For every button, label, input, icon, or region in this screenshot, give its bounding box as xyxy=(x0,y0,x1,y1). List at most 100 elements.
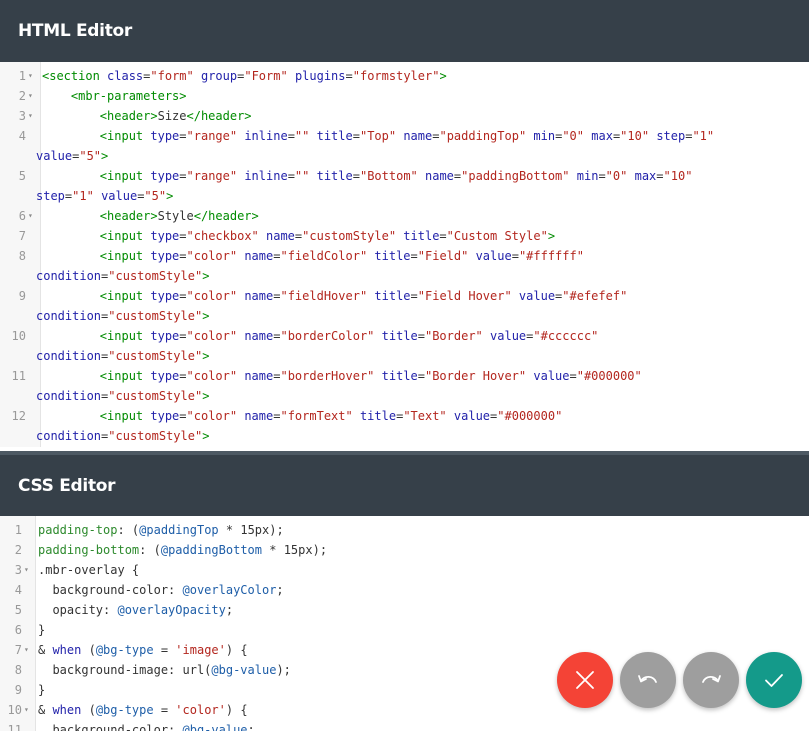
fold-arrow-icon[interactable]: ▾ xyxy=(28,106,36,126)
code-token: type xyxy=(150,229,180,243)
code-token: @bg-type xyxy=(95,703,154,717)
code-line[interactable]: 10 ▾ & when (@bg-type = 'color') { xyxy=(0,700,809,720)
code-token: value xyxy=(36,149,73,163)
code-token: value xyxy=(453,409,491,423)
code-token: ; xyxy=(225,603,234,617)
html-code-editor[interactable]: 1 ▾ <section class="form" group="Form" plu… xyxy=(0,62,809,447)
code-token: > xyxy=(101,149,109,163)
code-token: padding-top xyxy=(38,523,118,537)
code-token: inline xyxy=(244,169,288,183)
code-line[interactable]: 2 padding-bottom: (@paddingBottom * 15px)… xyxy=(0,540,809,560)
code-token: step xyxy=(656,129,686,143)
css-code-editor[interactable]: 1 padding-top: (@paddingTop * 15px); 2 padd… xyxy=(0,516,809,731)
code-token: name xyxy=(244,409,274,423)
code-token: <input xyxy=(99,129,151,143)
line-number: 5 xyxy=(14,603,22,617)
line-number: 1 xyxy=(18,69,26,83)
code-token: <input xyxy=(99,249,151,263)
code-line[interactable]: 11 <input type="color" name="borderHover… xyxy=(0,366,809,406)
code-token: ; xyxy=(276,583,284,597)
line-number: 7 xyxy=(14,643,22,657)
code-line[interactable]: 11 background-color: @bg-value; xyxy=(0,720,809,731)
code-line[interactable]: 3 ▾ <header>Size</header> xyxy=(0,106,809,126)
code-token: & xyxy=(38,643,53,657)
code-token: > xyxy=(547,229,556,243)
code-line[interactable]: 8 <input type="color" name="fieldColor" … xyxy=(0,246,809,286)
code-line[interactable]: 3 ▾ .mbr-overlay { xyxy=(0,560,809,580)
code-line[interactable]: 6 ▾ <header>Style</header> xyxy=(0,206,809,226)
code-line[interactable]: 4 <input type="range" inline="" title="T… xyxy=(0,126,809,166)
code-text: & when (@bg-type = 'color') { xyxy=(32,700,809,720)
wrapped-code-text: condition="customStyle"> xyxy=(36,266,809,286)
code-token: min xyxy=(576,169,599,183)
fold-arrow-icon[interactable]: ▾ xyxy=(24,640,32,660)
code-line[interactable]: 1 ▾ <section class="form" group="Form" plu… xyxy=(0,66,809,86)
line-number: 1 xyxy=(14,523,22,537)
code-token: "customStyle" xyxy=(108,269,203,283)
code-line[interactable]: 12 <input type="color" name="formText" t… xyxy=(0,406,809,446)
code-text: <input type="color" name="fieldColor" ti… xyxy=(36,246,809,286)
code-line[interactable]: 2 ▾ <mbr-parameters> xyxy=(0,86,809,106)
code-token: = xyxy=(656,169,664,183)
code-token: <input xyxy=(99,369,151,383)
code-line[interactable]: 5 <input type="range" inline="" title="B… xyxy=(0,166,809,206)
code-token: when xyxy=(52,703,82,717)
line-number: 3 xyxy=(18,109,26,123)
code-token: 15px xyxy=(283,543,313,557)
code-line[interactable]: 4 background-color: @overlayColor; xyxy=(0,580,809,600)
code-line[interactable]: 5 opacity: @overlayOpacity; xyxy=(0,600,809,620)
code-token: title xyxy=(403,229,440,243)
close-button[interactable] xyxy=(557,652,613,708)
code-token: "0" xyxy=(605,169,628,183)
code-token: <input xyxy=(99,329,151,343)
line-number: 4 xyxy=(18,129,26,143)
code-text: <input type="range" inline="" title="Top… xyxy=(36,126,809,166)
code-token: ); xyxy=(276,663,291,677)
code-token: @bg-type xyxy=(95,643,154,657)
code-token: <mbr-parameters> xyxy=(70,89,187,103)
code-line[interactable]: 6} xyxy=(0,620,809,640)
line-number: 8 xyxy=(18,249,26,263)
code-line[interactable]: 10 <input type="color" name="borderColor… xyxy=(0,326,809,366)
code-token: = xyxy=(417,369,425,383)
code-token: "Border" xyxy=(424,329,483,343)
code-token: = xyxy=(153,703,176,717)
code-token: "color" xyxy=(186,289,238,303)
code-line[interactable]: 7 <input type="checkbox" name="customSty… xyxy=(0,226,809,246)
fold-arrow-icon[interactable]: ▾ xyxy=(28,66,36,86)
fold-arrow-icon[interactable]: ▾ xyxy=(28,86,36,106)
code-token: inline xyxy=(244,129,288,143)
code-token: plugins xyxy=(294,69,346,83)
code-token: background-color: xyxy=(38,583,183,597)
code-token: } xyxy=(38,623,46,637)
code-token: value xyxy=(101,189,138,203)
code-token: "#efefef" xyxy=(562,289,628,303)
redo-button[interactable] xyxy=(683,652,739,708)
undo-button[interactable] xyxy=(620,652,676,708)
code-line[interactable]: 1 padding-top: (@paddingTop * 15px); xyxy=(0,520,809,540)
fold-arrow-icon[interactable]: ▾ xyxy=(28,206,36,226)
code-token: = xyxy=(179,289,187,303)
code-token: "checkbox" xyxy=(186,229,259,243)
code-token: @overlayColor xyxy=(182,583,277,597)
fold-arrow-icon[interactable]: ▾ xyxy=(24,560,32,580)
wrapped-code-text: condition="customStyle"> xyxy=(36,306,809,326)
code-line[interactable]: 7 ▾ & when (@bg-type = 'image') { xyxy=(0,640,809,660)
code-token: = xyxy=(179,169,187,183)
fold-arrow-icon[interactable]: ▾ xyxy=(24,700,32,720)
undo-icon xyxy=(638,675,657,683)
code-text: background-color: @overlayColor; xyxy=(32,580,809,600)
code-token: = xyxy=(179,229,187,243)
html-editor-header: HTML Editor xyxy=(0,0,809,62)
check-icon xyxy=(765,674,783,687)
apply-button[interactable] xyxy=(746,652,802,708)
code-line[interactable]: 9 <input type="color" name="fieldHover" … xyxy=(0,286,809,326)
